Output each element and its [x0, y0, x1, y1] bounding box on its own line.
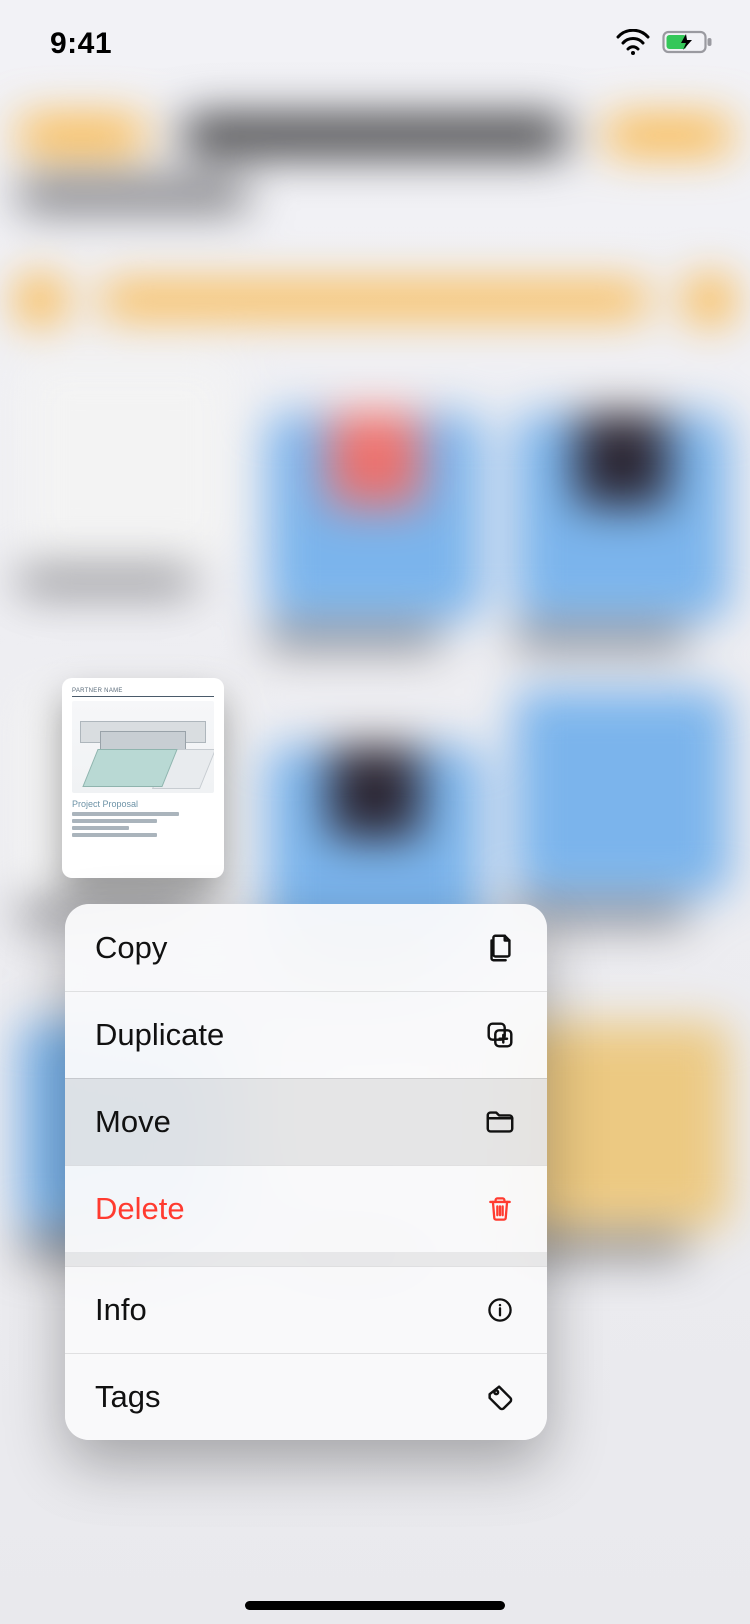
info-icon [483, 1293, 517, 1327]
copy-icon [483, 931, 517, 965]
duplicate-icon [483, 1018, 517, 1052]
preview-illustration [72, 701, 214, 793]
status-bar: 9:41 [0, 0, 750, 88]
menu-label-tags: Tags [95, 1379, 160, 1415]
trash-icon [483, 1192, 517, 1226]
status-time: 9:41 [50, 27, 112, 61]
menu-label-move: Move [95, 1104, 171, 1140]
menu-item-delete[interactable]: Delete [65, 1165, 547, 1252]
folder-icon [483, 1105, 517, 1139]
menu-separator [65, 1252, 547, 1266]
battery-charging-icon [662, 29, 714, 60]
menu-label-duplicate: Duplicate [95, 1017, 224, 1053]
menu-item-duplicate[interactable]: Duplicate [65, 991, 547, 1078]
menu-item-copy[interactable]: Copy [65, 904, 547, 991]
home-indicator[interactable] [245, 1601, 505, 1610]
menu-item-info[interactable]: Info [65, 1266, 547, 1353]
document-preview[interactable]: PARTNER NAME Project Proposal [62, 678, 224, 878]
context-menu: Copy Duplicate Move Del [65, 904, 547, 1440]
tag-icon [483, 1380, 517, 1414]
menu-item-tags[interactable]: Tags [65, 1353, 547, 1440]
menu-item-move[interactable]: Move [65, 1078, 547, 1165]
preview-title: Project Proposal [72, 799, 214, 809]
preview-small-header: PARTNER NAME [72, 688, 214, 694]
wifi-icon [616, 29, 650, 60]
menu-label-delete: Delete [95, 1191, 185, 1227]
menu-label-copy: Copy [95, 930, 167, 966]
menu-label-info: Info [95, 1292, 147, 1328]
